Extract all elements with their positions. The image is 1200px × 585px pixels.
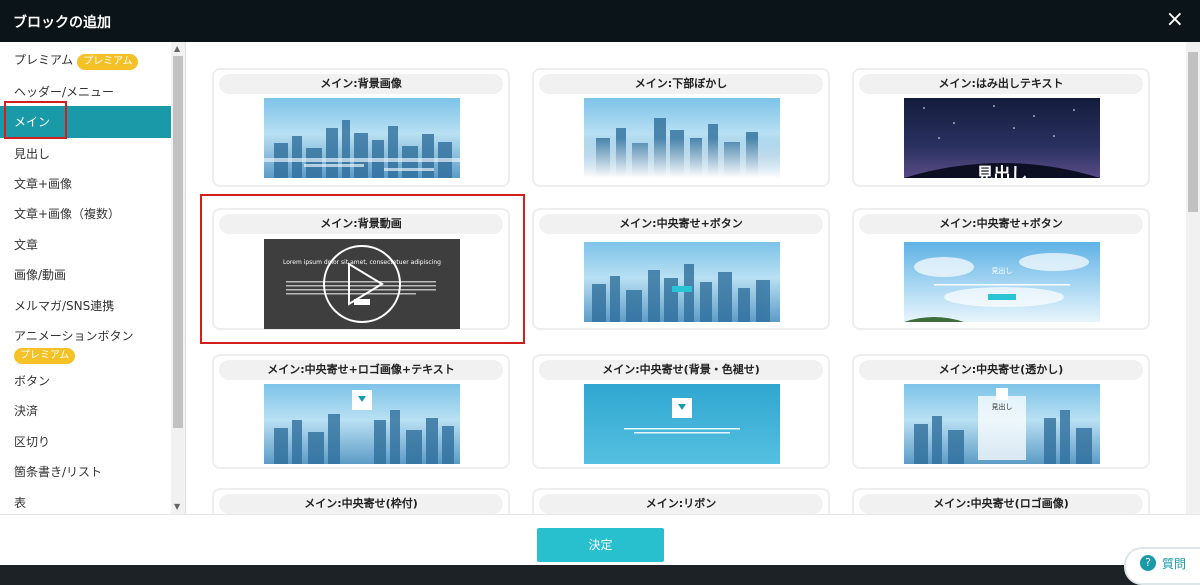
block-title: メイン:中央寄せ(背景・色褪せ) bbox=[539, 360, 823, 380]
block-card[interactable]: メイン:中央寄せ+ボタン 見出し bbox=[852, 208, 1150, 330]
faded-background-image bbox=[624, 398, 740, 434]
block-card[interactable]: メイン:中央寄せ(ロゴ画像) bbox=[852, 488, 1150, 514]
dialog-titlebar: ブロックの追加 × bbox=[0, 0, 1200, 42]
premium-badge: プレミアム bbox=[14, 348, 76, 364]
scroll-up-icon[interactable]: ▲ bbox=[174, 44, 180, 53]
block-card[interactable]: メイン:はみ出しテキスト 見出し bbox=[852, 68, 1150, 187]
category-sidebar: プレミアム プレミアム ヘッダー/メニュー メイン 見出し 文章+画像 文章+画像… bbox=[0, 42, 186, 514]
sidebar-item-text-image-multi[interactable]: 文章+画像（複数） bbox=[0, 204, 171, 224]
sidebar-item-label: アニメーションボタン bbox=[14, 329, 134, 343]
block-title: メイン:背景動画 bbox=[219, 214, 503, 234]
sidebar-item-bullet-list[interactable]: 箇条書き/リスト bbox=[0, 462, 171, 482]
block-thumbnail bbox=[584, 242, 780, 322]
block-card[interactable]: メイン:中央寄せ+ロゴ画像+テキスト bbox=[212, 354, 510, 469]
city-image bbox=[592, 264, 770, 322]
block-thumbnail: 見出し bbox=[904, 98, 1100, 178]
block-card[interactable]: メイン:中央寄せ(透かし) 見出し bbox=[852, 354, 1150, 469]
block-title: メイン:中央寄せ(ロゴ画像) bbox=[859, 494, 1143, 514]
block-title: メイン:中央寄せ+ボタン bbox=[859, 214, 1143, 234]
sidebar-item-text[interactable]: 文章 bbox=[0, 235, 171, 255]
block-title: メイン:リボン bbox=[539, 494, 823, 514]
block-grid: メイン:背景画像 メイン:下部ぼかし メイン:はみ出しテキスト 見出し メイン:… bbox=[186, 42, 1186, 514]
question-icon: ? bbox=[1140, 555, 1156, 571]
sidebar-item-divider[interactable]: 区切り bbox=[0, 432, 171, 452]
block-thumbnail: Lorem ipsum dolor sit amet, consectetuer… bbox=[264, 239, 460, 329]
sidebar-item-header-menu[interactable]: ヘッダー/メニュー bbox=[0, 82, 171, 102]
sidebar-item-button[interactable]: ボタン bbox=[0, 371, 171, 391]
sidebar-item-image-video[interactable]: 画像/動画 bbox=[0, 265, 171, 285]
sidebar-item-heading[interactable]: 見出し bbox=[0, 144, 171, 164]
block-thumbnail bbox=[264, 384, 460, 464]
sidebar-item-text-image[interactable]: 文章+画像 bbox=[0, 174, 171, 194]
scrollbar-thumb[interactable] bbox=[1188, 52, 1198, 212]
block-title: メイン:中央寄せ+ロゴ画像+テキスト bbox=[219, 360, 503, 380]
block-title: メイン:中央寄せ(透かし) bbox=[859, 360, 1143, 380]
play-icon bbox=[286, 245, 436, 323]
scrollbar-thumb[interactable] bbox=[173, 56, 183, 428]
heading-overlay-text: 見出し bbox=[991, 403, 1013, 411]
block-thumbnail: 見出し bbox=[904, 384, 1100, 464]
sidebar-scrollbar[interactable]: ▲ ▼ bbox=[171, 42, 185, 514]
sidebar-item-premium[interactable]: プレミアム プレミアム bbox=[0, 50, 171, 70]
block-thumbnail: 見出し bbox=[904, 242, 1100, 322]
premium-badge: プレミアム bbox=[77, 54, 139, 70]
city-image bbox=[274, 390, 454, 464]
block-card[interactable]: メイン:中央寄せ(背景・色褪せ) bbox=[532, 354, 830, 469]
block-card[interactable]: メイン:リボン bbox=[532, 488, 830, 514]
city-image bbox=[914, 388, 1092, 464]
heading-overlay-text: 見出し bbox=[976, 165, 1028, 178]
block-thumbnail bbox=[584, 384, 780, 464]
sidebar-item-payment[interactable]: 決済 bbox=[0, 401, 171, 421]
block-title: メイン:中央寄せ(枠付) bbox=[219, 494, 503, 514]
main-scrollbar[interactable] bbox=[1186, 42, 1200, 514]
block-card[interactable]: メイン:背景画像 bbox=[212, 68, 510, 187]
heading-overlay-text: 見出し bbox=[991, 267, 1013, 275]
block-card[interactable]: メイン:中央寄せ+ボタン bbox=[532, 208, 830, 330]
city-image bbox=[264, 120, 460, 178]
help-button[interactable]: ? 質問 bbox=[1124, 547, 1200, 585]
city-image bbox=[584, 98, 780, 178]
sidebar-item-main[interactable]: メイン bbox=[0, 106, 171, 138]
block-thumbnail bbox=[584, 98, 780, 178]
scroll-down-icon[interactable]: ▼ bbox=[174, 502, 180, 511]
sidebar-item-table[interactable]: 表 bbox=[0, 493, 171, 513]
block-title: メイン:中央寄せ+ボタン bbox=[539, 214, 823, 234]
sidebar-item-newsletter-sns[interactable]: メルマガ/SNS連携 bbox=[0, 296, 171, 316]
block-title: メイン:背景画像 bbox=[219, 74, 503, 94]
block-title: メイン:はみ出しテキスト bbox=[859, 74, 1143, 94]
block-card[interactable]: メイン:中央寄せ(枠付) bbox=[212, 488, 510, 514]
dialog-title: ブロックの追加 bbox=[13, 15, 111, 31]
block-card[interactable]: メイン:下部ぼかし bbox=[532, 68, 830, 187]
decide-button[interactable]: 決定 bbox=[537, 528, 664, 562]
add-block-dialog: ブロックの追加 × プレミアム プレミアム ヘッダー/メニュー メイン 見出し 文… bbox=[0, 0, 1200, 585]
cloud-sky-image bbox=[904, 253, 1089, 322]
sidebar-item-animation-button[interactable]: アニメーションボタン プレミアム bbox=[0, 327, 171, 364]
close-icon[interactable]: × bbox=[1166, 8, 1184, 32]
block-card[interactable]: メイン:背景動画 Lorem ipsum dolor sit amet, con… bbox=[212, 208, 510, 330]
dialog-footer: 決定 ? 質問 bbox=[0, 514, 1200, 585]
mini-button bbox=[672, 286, 692, 292]
block-thumbnail bbox=[264, 98, 460, 178]
sidebar-item-label: プレミアム bbox=[14, 53, 74, 67]
block-title: メイン:下部ぼかし bbox=[539, 74, 823, 94]
